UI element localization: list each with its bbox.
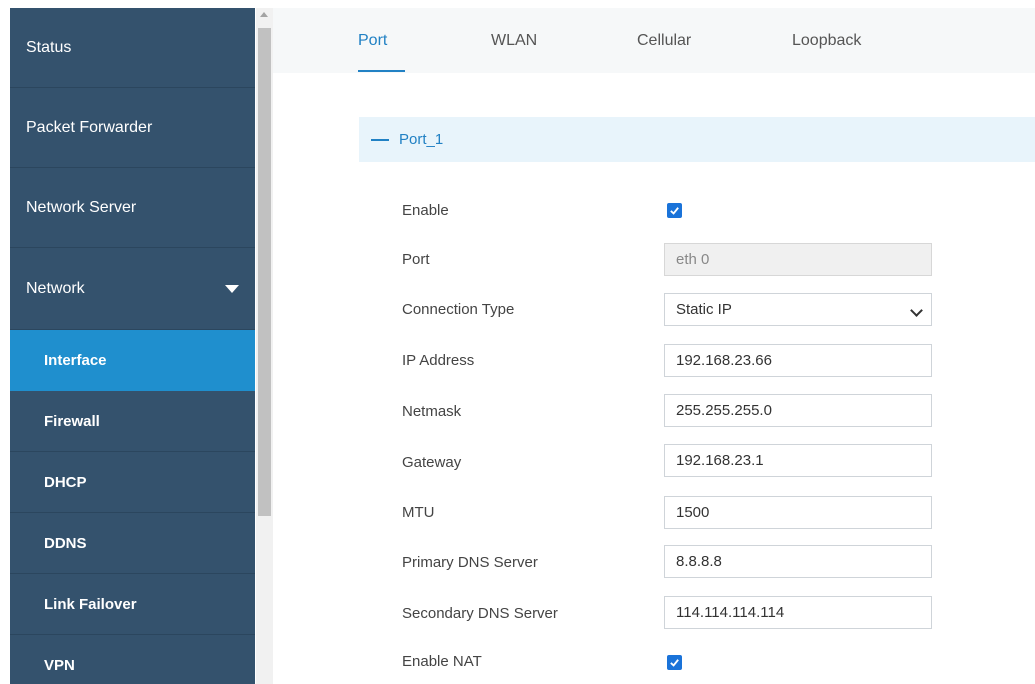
secondary-dns-label: Secondary DNS Server bbox=[402, 605, 558, 622]
tab-port[interactable]: Port bbox=[358, 32, 387, 50]
checkmark-icon bbox=[670, 207, 679, 215]
ip-address-value: 192.168.23.66 bbox=[676, 352, 772, 369]
netmask-value: 255.255.255.0 bbox=[676, 402, 772, 419]
sidebar-item-label: Status bbox=[26, 38, 72, 56]
enable-nat-label: Enable NAT bbox=[402, 653, 482, 670]
chevron-down-icon bbox=[910, 304, 923, 317]
sidebar-item-label: DHCP bbox=[44, 473, 87, 491]
section-title: Port_1 bbox=[399, 131, 444, 148]
primary-dns-input[interactable]: 8.8.8.8 bbox=[664, 545, 932, 578]
sidebar-item-label: Network Server bbox=[26, 198, 137, 216]
caret-down-icon bbox=[225, 284, 239, 293]
netmask-input[interactable]: 255.255.255.0 bbox=[664, 394, 932, 427]
enable-nat-checkbox[interactable] bbox=[667, 655, 682, 670]
port-field: eth 0 bbox=[664, 243, 932, 276]
sidebar-item-label: Interface bbox=[44, 351, 107, 369]
checkmark-icon bbox=[670, 659, 679, 667]
port-label: Port bbox=[402, 251, 430, 268]
sidebar-item-firewall[interactable]: Firewall bbox=[10, 391, 255, 452]
sidebar-item-network[interactable]: Network bbox=[10, 248, 255, 330]
gateway-input[interactable]: 192.168.23.1 bbox=[664, 444, 932, 477]
primary-dns-label: Primary DNS Server bbox=[402, 554, 538, 571]
enable-label: Enable bbox=[402, 202, 449, 219]
sidebar-item-status[interactable]: Status bbox=[10, 8, 255, 88]
sidebar-item-label: Packet Forwarder bbox=[26, 118, 153, 136]
tab-cellular[interactable]: Cellular bbox=[637, 32, 691, 50]
scrollbar-thumb[interactable] bbox=[258, 28, 271, 516]
tab-bar: Port WLAN Cellular Loopback bbox=[273, 8, 1035, 73]
mtu-input[interactable]: 1500 bbox=[664, 496, 932, 529]
mtu-label: MTU bbox=[402, 504, 435, 521]
sidebar-item-vpn[interactable]: VPN bbox=[10, 635, 255, 684]
collapse-minus-icon[interactable] bbox=[371, 138, 389, 141]
sidebar-item-dhcp[interactable]: DHCP bbox=[10, 452, 255, 513]
connection-type-value: Static IP bbox=[676, 301, 732, 318]
gateway-label: Gateway bbox=[402, 454, 462, 471]
tab-wlan[interactable]: WLAN bbox=[491, 32, 537, 50]
secondary-dns-value: 114.114.114.114 bbox=[676, 604, 785, 621]
primary-dns-value: 8.8.8.8 bbox=[676, 553, 722, 570]
ip-address-label: IP Address bbox=[402, 352, 475, 369]
secondary-dns-input[interactable]: 114.114.114.114 bbox=[664, 596, 932, 629]
sidebar-scrollbar[interactable] bbox=[256, 8, 273, 684]
connection-type-select[interactable]: Static IP bbox=[664, 293, 932, 326]
port-value: eth 0 bbox=[676, 251, 710, 268]
scroll-up-arrow-icon[interactable] bbox=[260, 12, 268, 17]
active-tab-indicator bbox=[358, 70, 405, 72]
mtu-value: 1500 bbox=[676, 504, 710, 521]
sidebar-item-link-failover[interactable]: Link Failover bbox=[10, 574, 255, 635]
sidebar: Status Packet Forwarder Network Server N… bbox=[10, 8, 255, 684]
sidebar-item-label: DDNS bbox=[44, 534, 87, 552]
sidebar-item-interface[interactable]: Interface bbox=[10, 330, 255, 391]
sidebar-item-ddns[interactable]: DDNS bbox=[10, 513, 255, 574]
netmask-label: Netmask bbox=[402, 403, 462, 420]
sidebar-item-label: Network bbox=[26, 279, 85, 297]
sidebar-item-label: VPN bbox=[44, 656, 75, 674]
gateway-value: 192.168.23.1 bbox=[676, 452, 764, 469]
section-header-port-1[interactable]: Port_1 bbox=[359, 117, 1035, 162]
sidebar-item-packet-forwarder[interactable]: Packet Forwarder bbox=[10, 88, 255, 168]
sidebar-item-label: Link Failover bbox=[44, 595, 137, 613]
enable-checkbox[interactable] bbox=[667, 203, 682, 218]
ip-address-input[interactable]: 192.168.23.66 bbox=[664, 344, 932, 377]
sidebar-item-label: Firewall bbox=[44, 412, 100, 430]
sidebar-item-network-server[interactable]: Network Server bbox=[10, 168, 255, 248]
tab-loopback[interactable]: Loopback bbox=[792, 32, 861, 50]
connection-type-label: Connection Type bbox=[402, 301, 515, 318]
